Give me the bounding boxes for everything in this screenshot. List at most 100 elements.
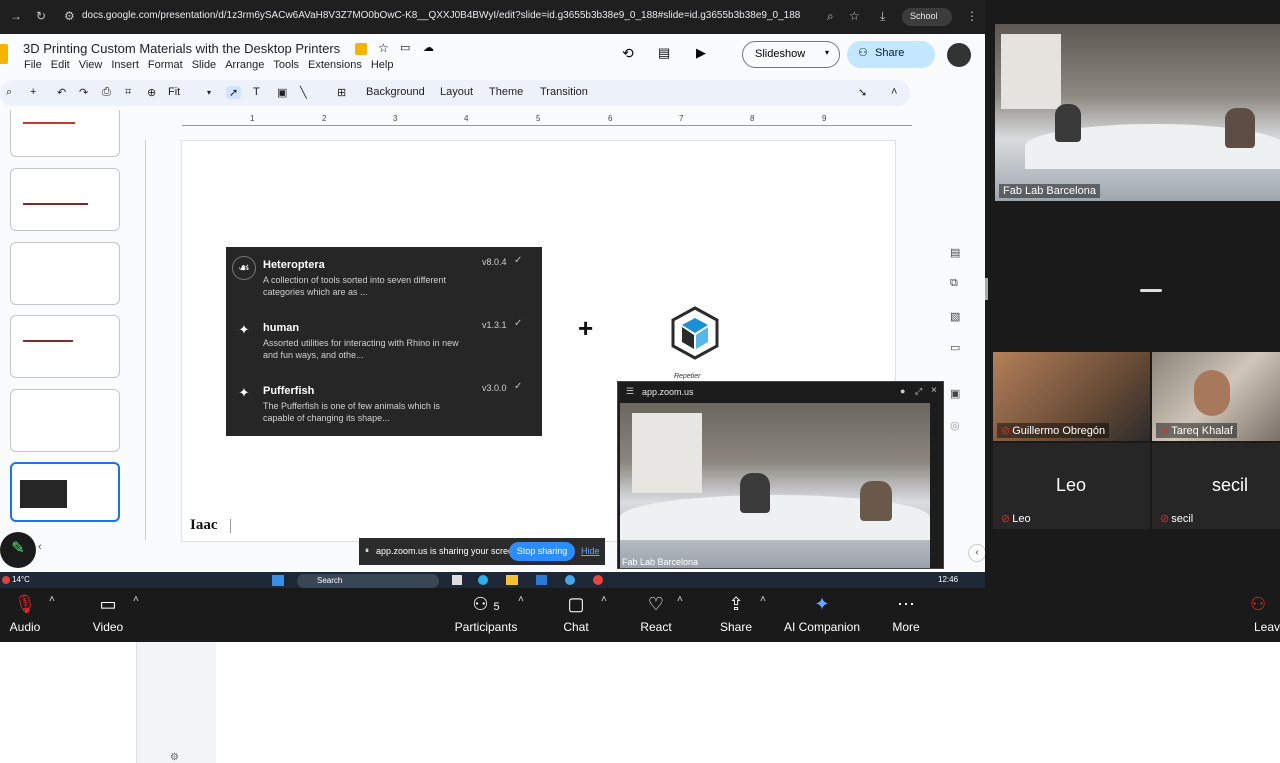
meet-icon[interactable]: ▶ [696,45,706,61]
stop-sharing-button[interactable]: Stop sharing [509,542,575,561]
copy-icon[interactable]: ⧉ [950,277,958,290]
share-button[interactable]: ⚇ Share [847,41,935,68]
panel-splitter[interactable] [985,278,988,300]
document-title[interactable]: 3D Printing Custom Materials with the De… [23,41,340,56]
share-screen-button[interactable]: ⇪ Share [716,590,756,634]
avatar[interactable] [947,43,971,67]
annotate-pen-icon[interactable]: ✎ [0,532,36,568]
transition-button[interactable]: Transition [540,86,588,98]
menu-edit[interactable]: Edit [51,59,70,71]
mic-icon[interactable]: ● [900,386,905,396]
gear-icon[interactable]: ⚙ [170,752,179,763]
taskbar-search[interactable]: Search [297,574,439,588]
chevron-up-icon[interactable]: ˄ [133,594,139,605]
main-video-tile[interactable]: Fab Lab Barcelona [995,24,1280,201]
comment-icon[interactable]: ▤ [658,45,670,61]
zoom-select[interactable]: Fit [168,86,180,98]
video-tile-secil[interactable]: secil ⊘ secil [1152,443,1280,529]
menu-format[interactable]: Format [148,59,183,71]
close-icon[interactable]: × [931,385,937,396]
new-slide-icon[interactable]: + [30,86,36,98]
chevron-up-icon[interactable]: ˄ [49,594,55,605]
chevron-up-icon[interactable]: ˄ [677,594,683,605]
doc-icon[interactable]: ▧ [950,310,960,323]
menu-view[interactable]: View [79,59,103,71]
participants-button[interactable]: ⚇ 5 Participants [452,590,520,634]
history-icon[interactable]: ⟲ [622,45,634,62]
video-tile-leo[interactable]: Leo ⊘ Leo [993,443,1150,529]
explorer-icon[interactable] [506,575,518,585]
site-info-icon[interactable]: ⚙ [64,9,75,23]
paint-format-icon[interactable]: ⌗ [125,86,131,99]
slide-thumbnail[interactable] [10,168,120,231]
edge-icon[interactable] [478,575,488,585]
zoom-lens-icon[interactable]: ⌕ [827,9,834,24]
slide-thumbnail[interactable] [10,242,120,305]
print-icon[interactable]: ⎙ [102,86,111,99]
select-cursor-icon[interactable]: ➚ [226,86,242,99]
collapse-icon[interactable]: ˄ [891,86,897,98]
present-icon[interactable]: ▣ [950,387,960,400]
chat-button[interactable]: ▢ Chat [558,590,594,634]
expand-icon[interactable]: ⤢ [915,386,922,397]
menu-help[interactable]: Help [371,59,394,71]
layout-button[interactable]: Layout [440,86,473,98]
weather-text[interactable]: 14°C [12,575,30,584]
ai-companion-button[interactable]: ✦ AI Companion [782,590,862,634]
background-button[interactable]: Background [366,86,425,98]
slides-badge-icon[interactable] [355,43,367,55]
chevron-left-icon[interactable]: ‹ [968,544,985,562]
notes-icon[interactable]: ▤ [950,246,960,259]
menu-insert[interactable]: Insert [111,59,139,71]
text-box-icon[interactable]: T [253,86,260,98]
chevron-up-icon[interactable]: ˄ [601,594,607,605]
circle-icon[interactable]: ◎ [950,419,960,432]
undo-icon[interactable]: ↶ [57,86,66,99]
clock-text[interactable]: 12:46 [938,575,958,584]
pen-icon[interactable]: ➘ [858,86,867,99]
slide-thumbnail-current[interactable] [10,462,120,522]
folder-icon[interactable]: ▭ [950,341,960,354]
download-icon[interactable]: ⤓ [880,9,885,24]
menu-slide[interactable]: Slide [192,59,216,71]
audio-button[interactable]: 🎙︎ Audio [6,590,44,634]
slideshow-button[interactable]: Slideshow ▾ [742,41,840,68]
zoom-popup-window[interactable]: ☰ app.zoom.us ● ⤢ × Fab Lab Barcelona [617,381,944,569]
hide-link[interactable]: Hide [581,546,600,556]
menu-extensions[interactable]: Extensions [308,59,362,71]
menu-file[interactable]: File [24,59,42,71]
bookmark-star-icon[interactable]: ☆ [849,9,860,23]
reload-icon[interactable]: ↻ [36,9,46,23]
forward-icon[interactable]: → [10,9,22,23]
profile-chip[interactable]: School [902,8,952,26]
kebab-menu-icon[interactable]: ⋮ [966,9,978,23]
slide-thumbnail[interactable] [10,315,120,378]
slide-thumbnail[interactable] [10,389,120,452]
search-icon[interactable]: ⌕ [6,86,12,99]
slide-thumbnail[interactable] [10,110,120,157]
chrome-icon[interactable] [593,575,603,585]
redo-icon[interactable]: ↷ [79,86,88,99]
react-button[interactable]: ♡ React [636,590,676,634]
chevron-up-icon[interactable]: ˄ [760,594,766,605]
line-icon[interactable]: ╲ [300,86,307,99]
zoom-icon[interactable]: ⊕ [147,86,156,99]
menu-tools[interactable]: Tools [273,59,299,71]
drag-handle-icon[interactable]: ⏸ [365,546,369,556]
resize-handle[interactable] [1140,289,1162,292]
move-folder-icon[interactable]: ▭ [400,41,410,54]
package-item[interactable]: ✦ human Assorted utilities for interacti… [226,312,542,372]
address-bar[interactable]: docs.google.com/presentation/d/1z3rm6ySA… [82,10,800,21]
chevron-up-icon[interactable]: ˄ [518,594,524,605]
windows-start-icon[interactable] [272,575,284,586]
store-icon[interactable] [536,575,547,585]
package-item[interactable]: ✦ Pufferfish The Pufferfish is one of fe… [226,375,542,435]
star-icon[interactable]: ☆ [378,41,389,55]
leave-button[interactable]: ⚇ Leave [1250,590,1280,634]
theme-button[interactable]: Theme [489,86,523,98]
chevron-down-icon[interactable]: ▾ [825,48,829,57]
app-icon[interactable] [452,575,462,585]
browser-icon[interactable] [565,575,575,585]
image-icon[interactable]: ▣ [277,86,287,99]
video-tile-guillermo[interactable]: ⊘ Guillermo Obregón [993,352,1150,441]
